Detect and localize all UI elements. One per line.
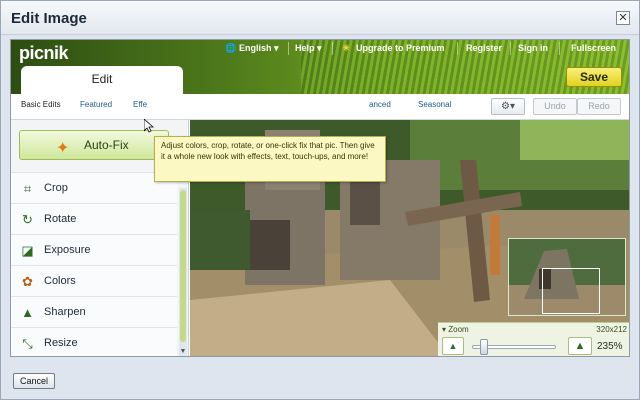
dialog-titlebar: Edit Image ✕ <box>1 1 639 35</box>
zoom-out-icon[interactable]: ▲ <box>442 337 464 355</box>
tool-resize[interactable]: ⤡ Resize <box>11 327 177 356</box>
zoom-in-icon[interactable]: ▲ <box>568 337 592 355</box>
nav-divider <box>559 42 560 55</box>
tool-label: Sharpen <box>44 306 86 318</box>
image-dimensions: 320x212 <box>596 325 627 334</box>
tool-rotate[interactable]: ↻ Rotate <box>11 203 177 234</box>
nav-divider <box>510 42 511 55</box>
upgrade-premium-link[interactable]: Upgrade to Premium <box>356 43 445 53</box>
register-link[interactable]: Register <box>466 43 502 53</box>
settings-gear-button[interactable]: ⚙▾ <box>491 98 525 115</box>
help-menu[interactable]: Help ▾ <box>295 43 322 54</box>
zoom-percent: 235% <box>597 341 623 352</box>
subtab-effects[interactable]: Effe <box>133 100 147 109</box>
sidebar-scroll-thumb[interactable] <box>180 190 186 342</box>
thumbnail-viewport[interactable] <box>542 268 600 314</box>
tab-edit[interactable]: Edit <box>21 66 183 94</box>
rotate-icon: ↻ <box>22 212 33 227</box>
auto-fix-button[interactable]: ✦ Auto-Fix <box>19 130 169 160</box>
tool-crop[interactable]: ⌗ Crop <box>11 172 177 203</box>
exposure-icon: ◪ <box>21 243 34 258</box>
auto-fix-label: Auto-Fix <box>84 138 129 152</box>
zoom-panel: ▾ Zoom 320x212 ▲ ▲ 235% <box>438 322 629 356</box>
sparkle-icon: ✦ <box>56 140 70 157</box>
tool-label: Resize <box>44 337 78 349</box>
picnik-app: picnik 🌐 English ▾ Help ▾ ☀ Upgrade to P… <box>10 39 630 357</box>
colors-icon: ✿ <box>22 274 33 289</box>
app-header: picnik 🌐 English ▾ Help ▾ ☀ Upgrade to P… <box>11 40 629 94</box>
undo-button[interactable]: Undo <box>533 98 577 115</box>
scroll-down-arrow-icon[interactable]: ▼ <box>179 348 187 356</box>
tool-label: Colors <box>44 275 76 287</box>
subtab-seasonal[interactable]: Seasonal <box>418 100 451 109</box>
save-button[interactable]: Save <box>566 67 622 87</box>
tool-label: Crop <box>44 182 68 194</box>
redo-button[interactable]: Redo <box>577 98 621 115</box>
tool-label: Exposure <box>44 244 91 256</box>
language-selector[interactable]: English ▾ <box>239 43 279 54</box>
mouse-cursor-icon <box>144 119 154 133</box>
cancel-button[interactable]: Cancel <box>13 373 55 389</box>
crop-icon: ⌗ <box>23 181 32 196</box>
zoom-label[interactable]: ▾ Zoom <box>442 325 469 334</box>
resize-icon: ⤡ <box>22 336 33 351</box>
picnik-logo: picnik <box>19 43 69 63</box>
edit-image-dialog: Edit Image ✕ picnik 🌐 English ▾ Help ▾ ☀… <box>0 0 640 400</box>
nav-divider <box>457 42 458 55</box>
nav-divider <box>288 42 289 55</box>
subtab-advanced[interactable]: anced <box>369 100 391 109</box>
sun-icon: ☀ <box>342 43 351 53</box>
tool-sharpen[interactable]: ▲ Sharpen <box>11 296 177 327</box>
navigator-thumbnail[interactable] <box>508 238 626 316</box>
tool-label: Rotate <box>44 213 77 225</box>
zoom-slider-handle[interactable] <box>480 339 488 355</box>
fullscreen-link[interactable]: Fullscreen <box>571 43 616 53</box>
globe-icon: 🌐 <box>225 43 237 53</box>
sign-in-link[interactable]: Sign in <box>518 43 548 53</box>
close-icon[interactable]: ✕ <box>616 11 630 25</box>
dialog-title: Edit Image <box>11 10 87 27</box>
tool-exposure[interactable]: ◪ Exposure <box>11 234 177 265</box>
subtab-row: Basic Edits Featured Effe anced Seasonal… <box>11 94 629 120</box>
nav-divider <box>332 42 333 55</box>
sharpen-icon: ▲ <box>21 305 34 320</box>
subtab-basic-edits[interactable]: Basic Edits <box>21 100 61 109</box>
edit-tab-tooltip: Adjust colors, crop, rotate, or one-clic… <box>154 136 386 182</box>
subtab-featured[interactable]: Featured <box>80 100 112 109</box>
tool-colors[interactable]: ✿ Colors <box>11 265 177 296</box>
